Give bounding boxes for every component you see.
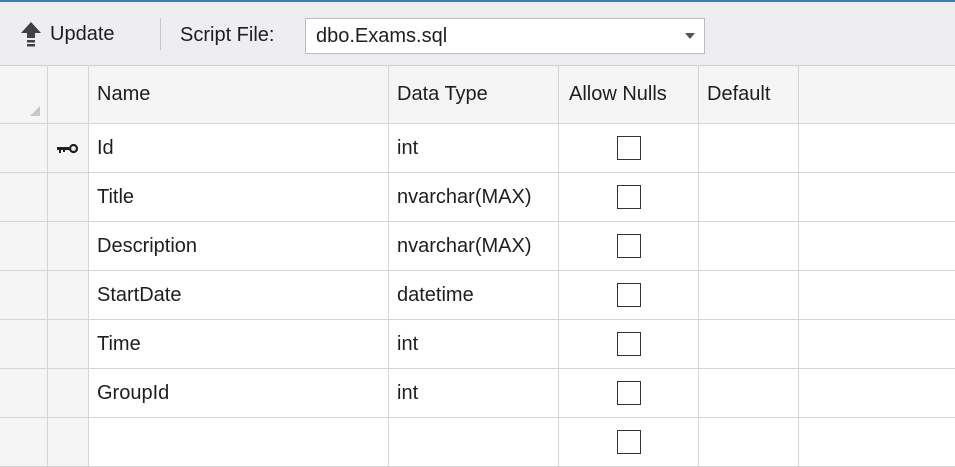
update-button[interactable]: Update: [16, 16, 115, 52]
column-name-cell[interactable]: [89, 418, 389, 467]
data-type-cell[interactable]: int: [389, 369, 559, 418]
header-allow-nulls[interactable]: Allow Nulls: [559, 66, 699, 124]
table-row[interactable]: GroupId int: [0, 369, 955, 418]
row-selector[interactable]: [0, 369, 48, 418]
data-type-cell[interactable]: nvarchar(MAX): [389, 222, 559, 271]
row-key-cell: [48, 271, 89, 320]
table-row[interactable]: Description nvarchar(MAX): [0, 222, 955, 271]
allow-nulls-checkbox[interactable]: [616, 381, 641, 405]
allow-nulls-cell: [559, 369, 699, 418]
allow-nulls-cell: [559, 271, 699, 320]
upload-arrow-icon: [16, 19, 46, 49]
row-filler-cell: [799, 418, 955, 467]
script-file-label: Script File:: [180, 24, 275, 46]
data-type-cell[interactable]: int: [389, 124, 559, 173]
header-key-column: [48, 66, 89, 124]
row-filler-cell: [799, 124, 955, 173]
row-filler-cell: [799, 320, 955, 369]
row-selector[interactable]: [0, 418, 48, 467]
column-name-cell[interactable]: Description: [89, 222, 389, 271]
header-data-type[interactable]: Data Type: [389, 66, 559, 124]
allow-nulls-checkbox[interactable]: [616, 283, 641, 307]
row-selector[interactable]: [0, 222, 48, 271]
default-value-cell[interactable]: [699, 222, 799, 271]
script-file-value: dbo.Exams.sql: [316, 24, 448, 47]
row-key-cell: [48, 173, 89, 222]
select-all-corner[interactable]: [0, 66, 48, 124]
primary-key-icon: [57, 137, 79, 160]
allow-nulls-checkbox[interactable]: [616, 430, 641, 454]
row-key-cell: [48, 222, 89, 271]
row-key-cell: [48, 369, 89, 418]
columns-grid: Name Data Type Allow Nulls Default Id int…: [0, 66, 955, 467]
default-value-cell[interactable]: [699, 173, 799, 222]
default-value-cell[interactable]: [699, 369, 799, 418]
data-type-cell[interactable]: nvarchar(MAX): [389, 173, 559, 222]
update-button-label: Update: [50, 22, 115, 45]
row-filler-cell: [799, 173, 955, 222]
allow-nulls-checkbox[interactable]: [616, 234, 641, 258]
allow-nulls-checkbox[interactable]: [616, 136, 641, 160]
default-value-cell[interactable]: [699, 418, 799, 467]
column-name-cell[interactable]: Time: [89, 320, 389, 369]
allow-nulls-checkbox[interactable]: [616, 332, 641, 356]
default-value-cell[interactable]: [699, 124, 799, 173]
row-key-cell: [48, 418, 89, 467]
row-selector[interactable]: [0, 173, 48, 222]
row-key-cell: [48, 124, 89, 173]
default-value-cell[interactable]: [699, 320, 799, 369]
allow-nulls-cell: [559, 418, 699, 467]
table-row[interactable]: Title nvarchar(MAX): [0, 173, 955, 222]
toolbar-separator: [160, 18, 161, 50]
data-type-cell[interactable]: [389, 418, 559, 467]
row-key-cell: [48, 320, 89, 369]
column-name-cell[interactable]: Title: [89, 173, 389, 222]
header-name[interactable]: Name: [89, 66, 389, 124]
row-filler-cell: [799, 222, 955, 271]
row-selector[interactable]: [0, 124, 48, 173]
script-file-dropdown[interactable]: dbo.Exams.sql: [305, 18, 705, 54]
chevron-down-icon[interactable]: [676, 33, 704, 39]
default-value-cell[interactable]: [699, 271, 799, 320]
row-filler-cell: [799, 271, 955, 320]
allow-nulls-checkbox[interactable]: [616, 185, 641, 209]
allow-nulls-cell: [559, 320, 699, 369]
allow-nulls-cell: [559, 222, 699, 271]
allow-nulls-cell: [559, 173, 699, 222]
header-filler: [799, 66, 955, 124]
column-name-cell[interactable]: StartDate: [89, 271, 389, 320]
grid-header-row: Name Data Type Allow Nulls Default: [0, 66, 955, 124]
allow-nulls-cell: [559, 124, 699, 173]
row-filler-cell: [799, 369, 955, 418]
row-selector[interactable]: [0, 271, 48, 320]
table-row[interactable]: StartDate datetime: [0, 271, 955, 320]
data-type-cell[interactable]: int: [389, 320, 559, 369]
column-name-cell[interactable]: GroupId: [89, 369, 389, 418]
column-name-cell[interactable]: Id: [89, 124, 389, 173]
table-row[interactable]: Time int: [0, 320, 955, 369]
table-row[interactable]: Id int: [0, 124, 955, 173]
header-default[interactable]: Default: [699, 66, 799, 124]
data-type-cell[interactable]: datetime: [389, 271, 559, 320]
designer-toolbar: Update Script File: dbo.Exams.sql: [0, 2, 955, 66]
corner-triangle-icon: [30, 106, 40, 116]
table-row[interactable]: [0, 418, 955, 467]
row-selector[interactable]: [0, 320, 48, 369]
